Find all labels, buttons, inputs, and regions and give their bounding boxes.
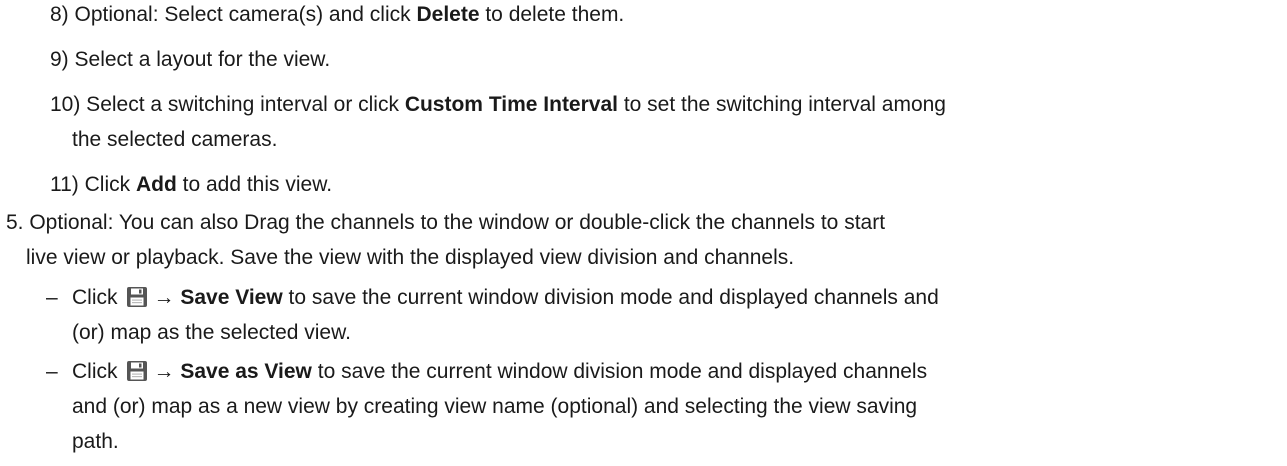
step-5-text: 5. Optional: You can also Drag the chann… <box>6 211 886 234</box>
bullet-save-view-text: to save the current window division mode… <box>282 286 939 309</box>
bullet-save-as-view-continuation-1: and (or) map as a new view by creating v… <box>72 393 917 421</box>
arrow: → <box>153 286 175 309</box>
add-keyword: Add <box>135 173 177 196</box>
click-word: Click <box>72 286 118 309</box>
delete-keyword: Delete <box>416 3 480 26</box>
bullet-dash: – <box>46 286 58 309</box>
step-10-text: 10) Select a switching interval or click <box>50 93 405 116</box>
step-11-text-end: to add this view. <box>176 173 333 196</box>
document-page: 8) Optional: Select camera(s) and click … <box>0 0 1287 466</box>
step-8-text-end: to delete them. <box>479 3 625 26</box>
step-11-text: 11) Click <box>50 173 136 196</box>
step-10: 10) Select a switching interval or click… <box>50 91 946 119</box>
step-10-cont-text: the selected cameras. <box>72 128 278 151</box>
bullet-save-view-continuation: (or) map as the selected view. <box>72 319 351 347</box>
step-10-text-end: to set the switching interval among <box>617 93 946 116</box>
step-9: 9) Select a layout for the view. <box>50 46 330 74</box>
step-11: 11) Click Add to add this view. <box>50 171 332 199</box>
step-8: 8) Optional: Select camera(s) and click … <box>50 1 624 29</box>
save-icon <box>126 286 148 308</box>
custom-time-interval-keyword: Custom Time Interval <box>404 93 618 116</box>
bullet-save-as-view-continuation-2: path. <box>72 428 119 456</box>
step-5: 5. Optional: You can also Drag the chann… <box>6 209 885 237</box>
bullet-save-view-cont-text: (or) map as the selected view. <box>72 321 351 344</box>
save-icon <box>126 360 148 382</box>
bullet-save-as-view-text: to save the current window division mode… <box>311 360 928 383</box>
step-8-text: 8) Optional: Select camera(s) and click <box>50 3 417 26</box>
bullet-dash: – <box>46 360 58 383</box>
save-view-keyword: Save View <box>180 286 283 309</box>
bullet-save-as-view-cont-text-1: and (or) map as a new view by creating v… <box>72 395 918 418</box>
bullet-save-as-view-cont-text-2: path. <box>72 430 119 453</box>
step-5-continuation: live view or playback. Save the view wit… <box>26 244 794 272</box>
step-9-text: 9) Select a layout for the view. <box>50 48 331 71</box>
bullet-save-view: – Click → Save View to save the current w… <box>46 284 939 312</box>
save-as-view-keyword: Save as View <box>180 360 312 383</box>
step-10-continuation: the selected cameras. <box>72 126 277 154</box>
click-word: Click <box>72 360 118 383</box>
step-5-cont-text: live view or playback. Save the view wit… <box>26 246 795 269</box>
bullet-save-as-view: – Click → Save as View to save the curren… <box>46 358 927 386</box>
arrow: → <box>153 360 175 383</box>
